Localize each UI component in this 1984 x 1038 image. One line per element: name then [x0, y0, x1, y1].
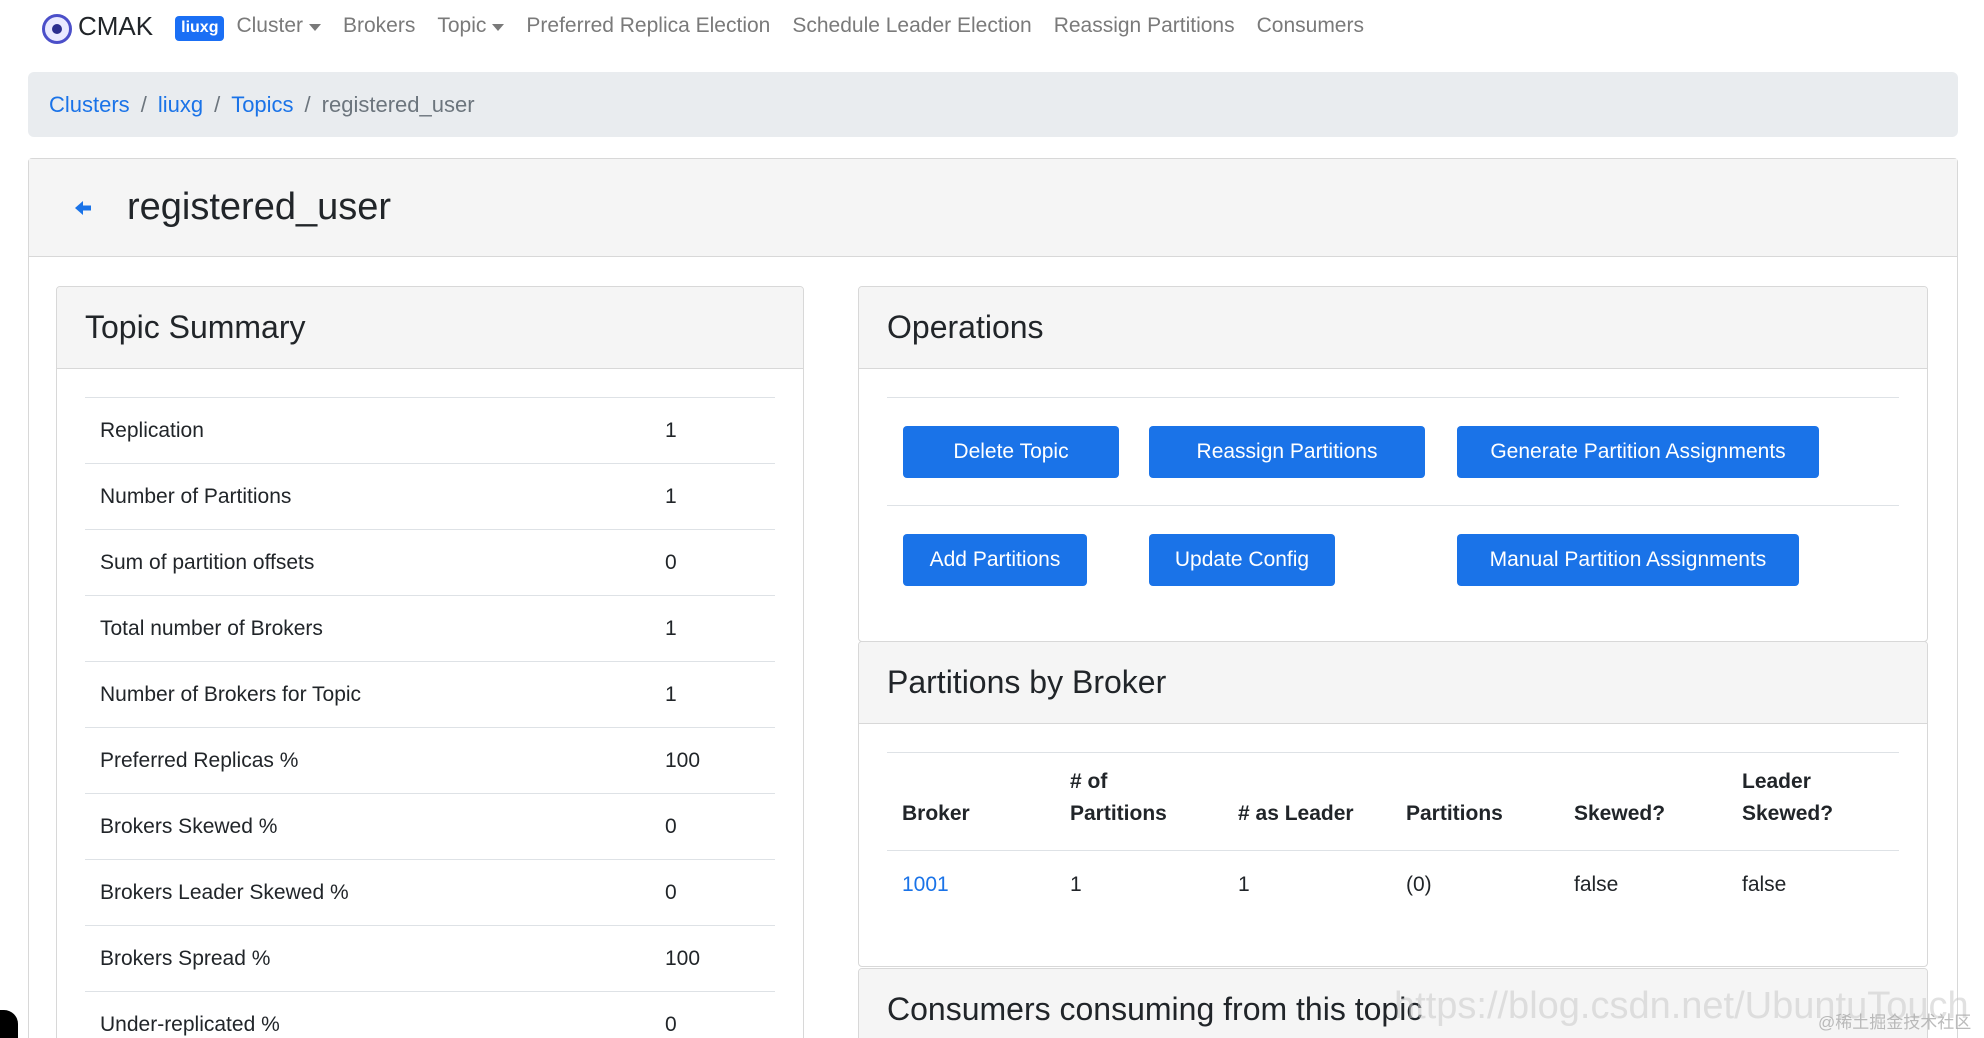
reassign-partitions-button[interactable]: Reassign Partitions	[1149, 425, 1425, 478]
cluster-badge: liuxg	[175, 15, 225, 41]
caret-down-icon	[309, 23, 321, 31]
operations-row: Delete Topic Reassign Partitions Generat…	[887, 398, 1899, 506]
nav-topic-label: Topic	[437, 14, 487, 37]
summary-label: Brokers Leader Skewed %	[85, 859, 650, 926]
summary-label: Preferred Replicas %	[85, 727, 650, 794]
watermark-site: @稀土掘金技术社区	[1818, 1013, 1972, 1032]
summary-value: 0	[650, 991, 775, 1038]
nav-topic-dropdown[interactable]: Topic	[437, 14, 505, 38]
partitions-by-broker-card: Partitions by Broker Broker # of Partitio…	[858, 641, 1928, 967]
breadcrumb: Clusters / liuxg / Topics / registered_u…	[28, 72, 1958, 137]
update-config-button[interactable]: Update Config	[1149, 534, 1335, 586]
arrow-left-icon[interactable]	[73, 198, 93, 218]
cell-skewed: false	[1574, 872, 1619, 896]
table-row: Preferred Replicas % 100	[85, 727, 775, 794]
manual-partition-assignments-button[interactable]: Manual Partition Assignments	[1457, 534, 1799, 586]
summary-label: Sum of partition offsets	[85, 529, 650, 596]
summary-value: 1	[650, 397, 775, 464]
table-row: Brokers Spread % 100	[85, 925, 775, 992]
col-leader-skewed: Leader Skewed?	[1727, 752, 1899, 851]
table-row: Replication 1	[85, 397, 775, 464]
broker-id-link[interactable]: 1001	[887, 851, 1055, 919]
add-partitions-button[interactable]: Add Partitions	[903, 534, 1087, 586]
topic-summary-table: Replication 1 Number of Partitions 1 Sum of …	[85, 397, 775, 1038]
summary-label: Brokers Spread %	[85, 925, 650, 992]
nav-consumers[interactable]: Consumers	[1257, 14, 1364, 38]
table-row: Number of Partitions 1	[85, 463, 775, 530]
cell-num-partitions: 1	[1070, 872, 1082, 896]
summary-value: 0	[650, 859, 775, 926]
nav-reassign-partitions[interactable]: Reassign Partitions	[1054, 14, 1235, 38]
cell-as-leader: 1	[1238, 872, 1250, 896]
brand-name: CMAK	[78, 10, 154, 41]
generate-partition-assignments-button[interactable]: Generate Partition Assignments	[1457, 425, 1819, 478]
operations-card: Operations Delete Topic Reassign Partiti…	[858, 286, 1928, 642]
summary-label: Number of Partitions	[85, 463, 650, 530]
topic-header: registered_user	[29, 159, 1957, 257]
cell-leader-skewed: false	[1742, 872, 1787, 896]
summary-value: 0	[650, 529, 775, 596]
table-row: Number of Brokers for Topic 1	[85, 661, 775, 728]
nav-brokers[interactable]: Brokers	[343, 14, 415, 38]
operations-buttons: Delete Topic Reassign Partitions Generat…	[887, 397, 1899, 614]
summary-label: Total number of Brokers	[85, 595, 650, 662]
cell-partitions: (0)	[1406, 872, 1432, 896]
nav-schedule-leader-election[interactable]: Schedule Leader Election	[792, 14, 1031, 38]
table-row: Sum of partition offsets 0	[85, 529, 775, 596]
operations-row: Add Partitions Update Config Manual Part…	[887, 506, 1899, 614]
summary-value: 1	[650, 463, 775, 530]
table-row: Under-replicated % 0	[85, 991, 775, 1038]
window-corner	[0, 1010, 18, 1038]
breadcrumb-separator: /	[304, 91, 311, 117]
col-as-leader: # as Leader	[1223, 752, 1391, 851]
breadcrumb-current: registered_user	[321, 91, 475, 117]
nav-cluster-label: Cluster	[236, 14, 303, 37]
col-leader-skewed-line1: Leader	[1742, 770, 1811, 793]
summary-label: Number of Brokers for Topic	[85, 661, 650, 728]
breadcrumb-topics[interactable]: Topics	[231, 92, 293, 118]
summary-label: Under-replicated %	[85, 991, 650, 1038]
col-num-partitions-line1: # of	[1070, 770, 1108, 793]
nav-preferred-replica-election[interactable]: Preferred Replica Election	[526, 14, 770, 38]
partitions-by-broker-table: Broker # of Partitions # as Leader Partit…	[887, 752, 1899, 919]
breadcrumb-separator: /	[140, 91, 147, 117]
table-row: 1001 1 1 (0) false false	[887, 851, 1899, 919]
table-row: Brokers Skewed % 0	[85, 793, 775, 860]
col-skewed: Skewed?	[1559, 752, 1727, 851]
col-num-partitions: # of Partitions	[1055, 752, 1223, 851]
top-navbar: CMAK liuxg Cluster Brokers Topic Preferr…	[0, 0, 1984, 52]
caret-down-icon	[492, 23, 505, 31]
page-title: registered_user	[127, 186, 392, 228]
breadcrumb-separator: /	[214, 91, 221, 117]
table-row: Total number of Brokers 1	[85, 595, 775, 662]
col-partitions: Partitions	[1391, 752, 1559, 851]
topic-summary-card: Topic Summary Replication 1 Number of Part…	[56, 286, 804, 1038]
brand[interactable]: CMAK	[42, 8, 153, 44]
partitions-by-broker-title: Partitions by Broker	[859, 642, 1927, 724]
nav-cluster-dropdown[interactable]: Cluster	[236, 14, 321, 38]
col-broker: Broker	[887, 752, 1055, 851]
summary-value: 100	[650, 925, 775, 992]
summary-label: Brokers Skewed %	[85, 793, 650, 860]
cmak-logo-icon	[42, 14, 72, 44]
summary-value: 1	[650, 595, 775, 662]
operations-title: Operations	[859, 287, 1927, 369]
table-row: Brokers Leader Skewed % 0	[85, 859, 775, 926]
summary-value: 1	[650, 661, 775, 728]
delete-topic-button[interactable]: Delete Topic	[903, 425, 1119, 478]
breadcrumb-cluster[interactable]: liuxg	[158, 92, 203, 118]
summary-value: 100	[650, 727, 775, 794]
topic-summary-title: Topic Summary	[57, 287, 803, 369]
table-header-row: Broker # of Partitions # as Leader Partit…	[887, 752, 1899, 851]
summary-label: Replication	[85, 397, 650, 464]
breadcrumb-clusters[interactable]: Clusters	[49, 92, 130, 118]
col-leader-skewed-line2: Skewed?	[1742, 802, 1834, 825]
col-num-partitions-line2: Partitions	[1070, 802, 1167, 825]
summary-value: 0	[650, 793, 775, 860]
